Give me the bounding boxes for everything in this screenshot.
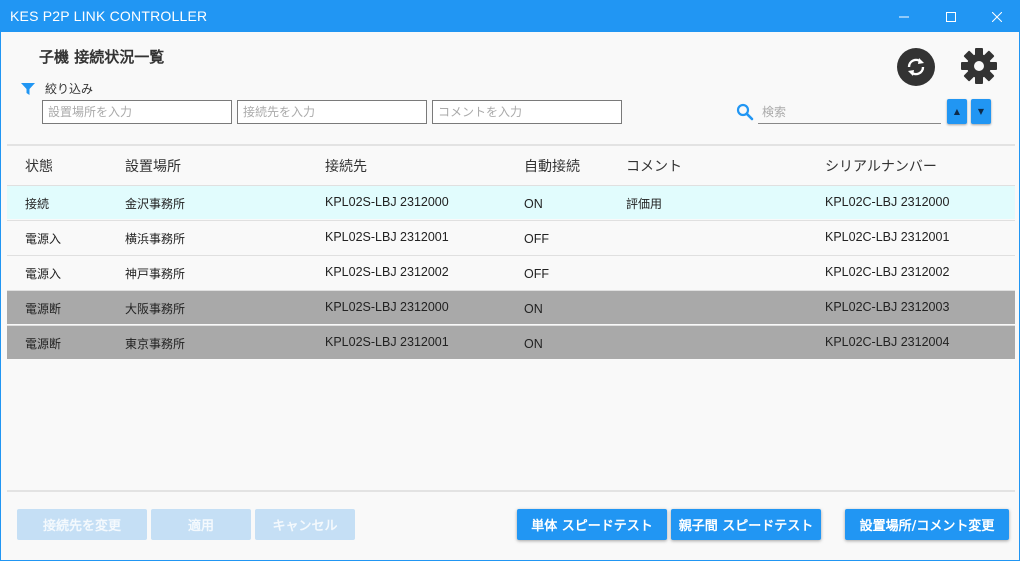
- table-row[interactable]: 電源断 大阪事務所 KPL02S-LBJ 2312000 ON KPL02C-L…: [7, 290, 1015, 324]
- cell-auto-connect: OFF: [524, 267, 549, 281]
- scroll-down-button[interactable]: ▼: [971, 99, 991, 124]
- header-comment[interactable]: コメント: [626, 156, 682, 176]
- refresh-button[interactable]: [897, 48, 935, 86]
- minimize-button[interactable]: [881, 1, 927, 32]
- cell-status: 電源断: [25, 337, 62, 351]
- cell-destination: KPL02S-LBJ 2312001: [325, 230, 449, 244]
- cell-location: 大阪事務所: [125, 302, 186, 316]
- search-input[interactable]: [758, 100, 941, 124]
- apply-button[interactable]: 適用: [151, 509, 251, 540]
- app-title: KES P2P LINK CONTROLLER: [10, 8, 208, 24]
- maximize-icon: [946, 11, 956, 22]
- app-window: KES P2P LINK CONTROLLER 子機 接続状況一覧 絞り込み 設…: [0, 0, 1020, 561]
- connection-table: 状態 設置場所 接続先 自動接続 コメント シリアルナンバー 接続 金沢事務所 …: [7, 144, 1015, 492]
- cell-location: 東京事務所: [125, 337, 186, 351]
- filter-label: 絞り込み: [45, 82, 94, 96]
- cell-status: 電源入: [25, 232, 62, 246]
- header-status[interactable]: 状態: [25, 156, 53, 176]
- header-auto-connect[interactable]: 自動接続: [524, 156, 580, 176]
- gear-icon: [961, 48, 997, 84]
- change-destination-button[interactable]: 接続先を変更: [17, 509, 147, 540]
- page-title: 子機 接続状況一覧: [39, 48, 165, 66]
- cell-auto-connect: ON: [524, 197, 543, 211]
- table-row[interactable]: 電源入 神戸事務所 KPL02S-LBJ 2312002 OFF KPL02C-…: [7, 255, 1015, 289]
- maximize-button[interactable]: [928, 1, 974, 32]
- cell-destination: KPL02S-LBJ 2312001: [325, 335, 449, 349]
- cell-location: 金沢事務所: [125, 197, 186, 211]
- minimize-icon: [899, 16, 909, 17]
- cell-comment: 評価用: [626, 197, 663, 211]
- change-location-comment-button[interactable]: 設置場所/コメント変更: [845, 509, 1009, 540]
- filter-header: 絞り込み: [21, 80, 93, 97]
- cell-serial: KPL02C-LBJ 2312003: [825, 300, 950, 314]
- table-row[interactable]: 電源入 横浜事務所 KPL02S-LBJ 2312001 OFF KPL02C-…: [7, 220, 1015, 254]
- cell-status: 電源入: [25, 267, 62, 281]
- cell-destination: KPL02S-LBJ 2312002: [325, 265, 449, 279]
- cell-status: 接続: [25, 197, 50, 211]
- title-bar: KES P2P LINK CONTROLLER: [1, 1, 1019, 32]
- cell-location: 神戸事務所: [125, 267, 186, 281]
- cell-destination: KPL02S-LBJ 2312000: [325, 195, 449, 209]
- cell-serial: KPL02C-LBJ 2312000: [825, 195, 950, 209]
- table-row[interactable]: 接続 金沢事務所 KPL02S-LBJ 2312000 ON 評価用 KPL02…: [7, 185, 1015, 219]
- arrow-up-icon: ▲: [953, 107, 961, 116]
- table-row[interactable]: 電源断 東京事務所 KPL02S-LBJ 2312001 ON KPL02C-L…: [7, 325, 1015, 359]
- cell-destination: KPL02S-LBJ 2312000: [325, 300, 449, 314]
- table-header: 状態 設置場所 接続先 自動接続 コメント シリアルナンバー: [7, 146, 1015, 185]
- parent-child-speed-test-button[interactable]: 親子間 スピードテスト: [671, 509, 821, 540]
- cell-location: 横浜事務所: [125, 232, 186, 246]
- comment-filter-input[interactable]: [432, 100, 622, 124]
- search-icon: [736, 103, 754, 121]
- cell-status: 電源断: [25, 302, 62, 316]
- header-destination[interactable]: 接続先: [325, 156, 367, 176]
- cancel-button[interactable]: キャンセル: [255, 509, 355, 540]
- cell-serial: KPL02C-LBJ 2312004: [825, 335, 950, 349]
- single-speed-test-button[interactable]: 単体 スピードテスト: [517, 509, 667, 540]
- refresh-icon: [907, 58, 925, 76]
- header-location[interactable]: 設置場所: [125, 156, 181, 176]
- arrow-down-icon: ▼: [977, 107, 985, 116]
- cell-auto-connect: ON: [524, 302, 543, 316]
- filter-icon: [21, 82, 35, 95]
- destination-filter-input[interactable]: [237, 100, 427, 124]
- cell-serial: KPL02C-LBJ 2312002: [825, 265, 950, 279]
- cell-serial: KPL02C-LBJ 2312001: [825, 230, 950, 244]
- cell-auto-connect: ON: [524, 337, 543, 351]
- scroll-up-button[interactable]: ▲: [947, 99, 967, 124]
- close-button[interactable]: [974, 1, 1020, 32]
- location-filter-input[interactable]: [42, 100, 232, 124]
- close-icon: [992, 11, 1002, 22]
- settings-button[interactable]: [959, 46, 999, 86]
- cell-auto-connect: OFF: [524, 232, 549, 246]
- header-serial[interactable]: シリアルナンバー: [825, 156, 937, 176]
